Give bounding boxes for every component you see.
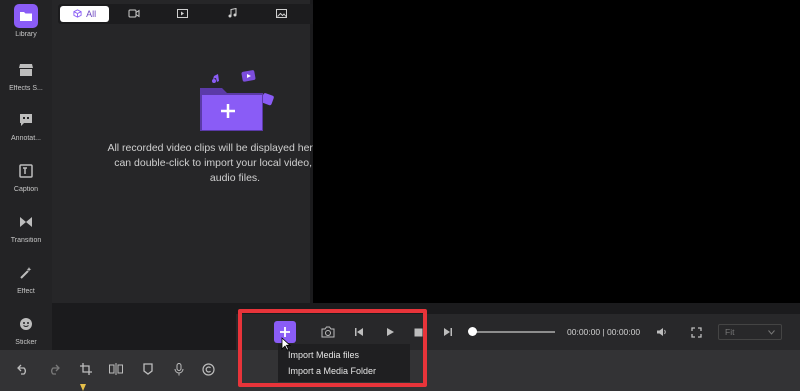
cube-icon (73, 8, 82, 20)
store-icon (14, 58, 38, 82)
sidebar-item-label: Caption (13, 186, 39, 193)
redo-icon[interactable] (45, 360, 63, 378)
sidebar-item-effect[interactable]: Effect (0, 261, 52, 309)
progress-slider-track[interactable] (473, 331, 555, 333)
media-type-tabs: All (58, 4, 355, 24)
music-note-icon (228, 7, 237, 20)
volume-icon[interactable] (654, 324, 670, 340)
caption-icon (14, 159, 38, 183)
progress-slider-handle[interactable] (468, 327, 477, 336)
sidebar-item-label: Transition (10, 237, 42, 244)
play-video-icon (177, 8, 189, 20)
sidebar-item-label: Annotat... (11, 135, 41, 142)
folder-icon (14, 4, 38, 28)
library-panel: All All recorded video clips will be dis… (52, 0, 363, 303)
sidebar-item-library[interactable]: Library (0, 4, 52, 52)
tab-video[interactable] (109, 4, 158, 24)
split-icon[interactable] (107, 360, 125, 378)
comment-icon (14, 108, 38, 132)
fullscreen-icon[interactable] (688, 324, 704, 340)
tab-clips[interactable] (158, 4, 207, 24)
magic-wand-icon (14, 261, 38, 285)
copyright-icon[interactable] (199, 360, 217, 378)
sticker-icon (14, 312, 38, 336)
tab-label: All (86, 9, 97, 19)
chevron-down-icon (768, 327, 775, 337)
tab-audio[interactable] (208, 4, 257, 24)
sidebar-item-annotations[interactable]: Annotat... (0, 108, 52, 156)
sidebar-item-label: Library (15, 31, 37, 38)
zoom-fit-select[interactable]: Fit (718, 324, 782, 340)
microphone-icon[interactable] (170, 360, 188, 378)
video-preview (313, 0, 800, 303)
fit-select-value: Fit (725, 327, 735, 337)
video-camera-icon (128, 9, 140, 20)
image-icon (275, 8, 287, 20)
undo-icon[interactable] (14, 360, 32, 378)
sidebar-item-transition[interactable]: Transition (0, 210, 52, 258)
empty-folder-illustration (180, 68, 276, 137)
sidebar-item-caption[interactable]: Caption (0, 159, 52, 207)
crop-icon[interactable] (77, 360, 95, 378)
tab-image[interactable] (257, 4, 306, 24)
highlight-annotation-box (238, 309, 427, 387)
left-sidebar: Library Effects S... Annotat... Caption … (0, 0, 52, 350)
sidebar-item-effects-store[interactable]: Effects S... (0, 58, 52, 106)
sidebar-item-label: Effect (17, 288, 35, 295)
marker-icon[interactable] (139, 360, 157, 378)
tab-all[interactable]: All (60, 6, 110, 22)
next-frame-icon[interactable] (440, 324, 456, 340)
timecode-display: 00:00:00 | 00:00:00 (567, 327, 641, 337)
sidebar-item-label: Effects S... (9, 85, 43, 92)
sidebar-item-label: Sticker (15, 339, 37, 346)
transition-icon (14, 210, 38, 234)
